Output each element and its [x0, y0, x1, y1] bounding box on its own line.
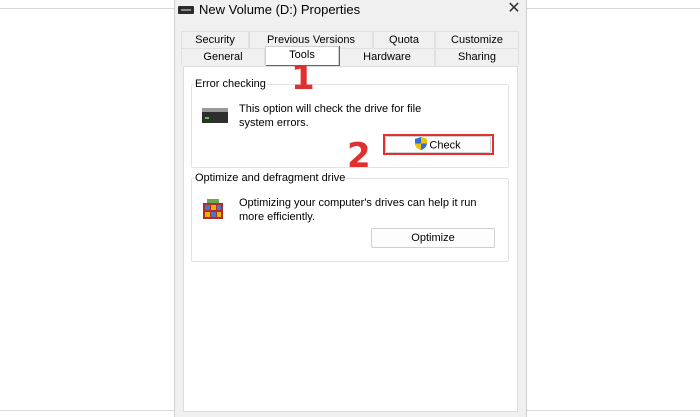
- properties-dialog: New Volume (D:) Properties ✕ Security Pr…: [174, 0, 527, 417]
- tab-quota[interactable]: Quota: [373, 31, 435, 48]
- step-2-number: 2: [347, 136, 371, 176]
- tab-security[interactable]: Security: [181, 31, 249, 48]
- tab-general[interactable]: General: [181, 48, 265, 65]
- tab-hardware[interactable]: Hardware: [339, 48, 435, 65]
- tab-sharing[interactable]: Sharing: [435, 48, 519, 65]
- error-checking-description-line2: system errors.: [239, 117, 309, 129]
- error-checking-title: Error checking: [194, 78, 267, 90]
- optimize-description-line1: Optimizing your computer's drives can he…: [239, 197, 477, 209]
- close-button[interactable]: ✕: [502, 0, 526, 22]
- check-button-label: Check: [429, 139, 461, 152]
- uac-shield-icon: [415, 137, 428, 155]
- drive-icon: [178, 6, 194, 14]
- tab-tools[interactable]: Tools: [265, 46, 339, 65]
- optimize-button[interactable]: Optimize: [371, 228, 495, 248]
- tab-customize[interactable]: Customize: [435, 31, 519, 48]
- drive-icon: [202, 108, 228, 124]
- error-checking-description-line1: This option will check the drive for fil…: [239, 103, 422, 115]
- optimize-description-line2: more efficiently.: [239, 211, 316, 223]
- defrag-icon: [201, 197, 225, 221]
- title-bar: New Volume (D:) Properties ✕: [175, 0, 526, 24]
- optimize-title: Optimize and defragment drive: [194, 172, 347, 184]
- window-title: New Volume (D:) Properties: [199, 2, 361, 17]
- check-button[interactable]: Check: [385, 136, 491, 153]
